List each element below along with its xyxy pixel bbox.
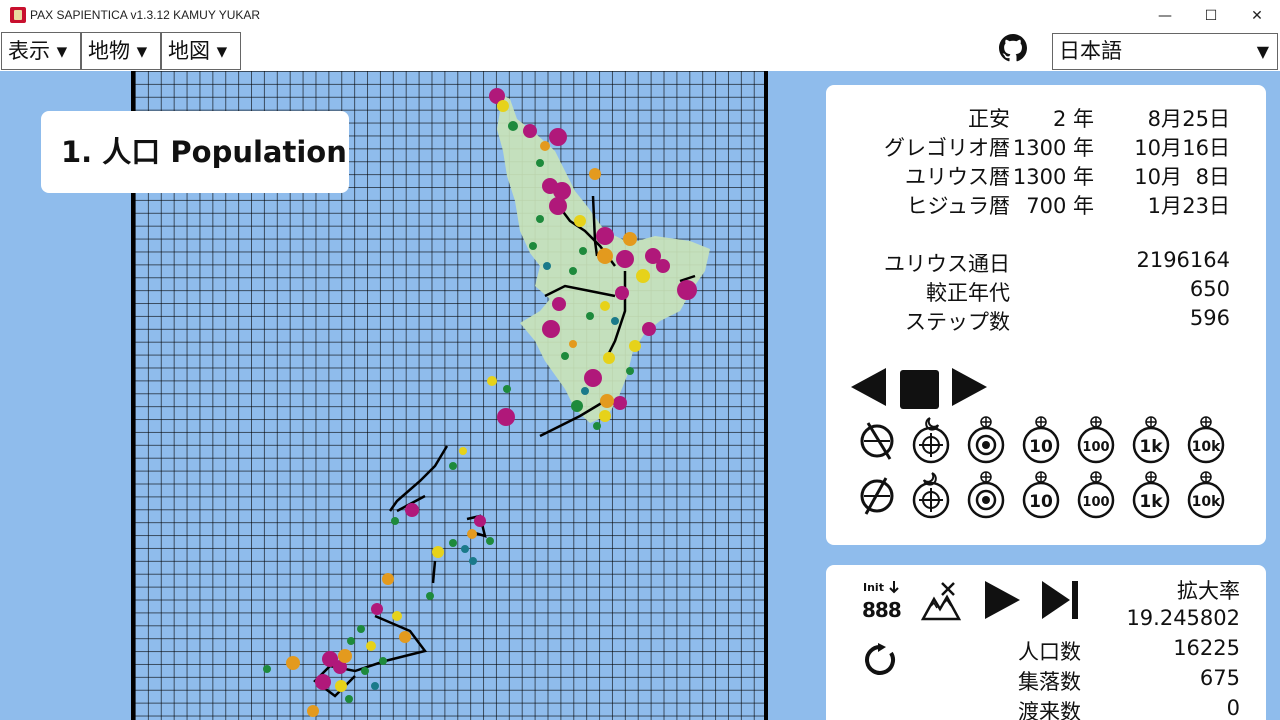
calendar-month: 8月 <box>1147 107 1182 131</box>
language-value: 日本語 <box>1059 39 1122 63</box>
speed-label: 10 <box>1029 437 1053 457</box>
reverse-target-icon[interactable] <box>965 470 1007 520</box>
init-icon[interactable]: Init 888 <box>862 579 902 621</box>
speed-10k-icon[interactable]: 10k <box>1185 415 1227 465</box>
zoom-label: 拡大率 <box>1177 579 1240 603</box>
counter-label: ステップ数 <box>905 310 1010 334</box>
speed-label: 100 <box>1082 440 1109 455</box>
stat-value: 675 <box>1199 666 1240 690</box>
speed-label: 10k <box>1192 494 1221 510</box>
reverse-10k-icon[interactable]: 10k <box>1185 470 1227 520</box>
calendar-year: 1300 年 <box>1012 136 1094 160</box>
stat-label: 人口数 <box>1018 640 1081 664</box>
calendar-year: 700 年 <box>1026 194 1094 218</box>
calendar-year: 2 年 <box>1052 107 1094 131</box>
speed-moon-icon[interactable] <box>910 415 952 465</box>
speed-label: 10 <box>1029 492 1053 512</box>
menu-features[interactable]: 地物 ▾ <box>81 32 161 70</box>
title-bar: PAX SAPIENTICA v1.3.12 KAMUY YUKAR — ☐ ✕ <box>0 0 1280 31</box>
reverse-1k-icon[interactable]: 1k <box>1130 470 1172 520</box>
speed-10-icon[interactable]: 10 <box>1020 415 1062 465</box>
calendar-day: 23日 <box>1182 194 1230 218</box>
counter-value: 650 <box>1189 277 1230 301</box>
counter-row: ステップ数 596 <box>826 306 1266 335</box>
reverse-10-icon[interactable]: 10 <box>1020 470 1062 520</box>
calendar-row: ヒジュラ暦 700 年 1月 23日 <box>826 190 1266 219</box>
menu-bar: 表示 ▾ 地物 ▾ 地図 ▾ 日本語 ▼ <box>0 31 1280 71</box>
calendar-label: ユリウス暦 <box>905 165 1010 189</box>
pause-time-icon[interactable] <box>856 415 898 465</box>
counter-row: ユリウス通日 2196164 <box>826 248 1266 277</box>
calendar-month: 10月 <box>1134 165 1182 189</box>
stat-label: 集落数 <box>1018 670 1081 694</box>
reverse-100-icon[interactable]: 100 <box>1075 470 1117 520</box>
speed-label: 1k <box>1139 437 1163 457</box>
reset-icon[interactable] <box>864 643 898 677</box>
init-label: Init <box>863 581 884 594</box>
speed-100-icon[interactable]: 100 <box>1075 415 1117 465</box>
status-panel: Init 888 拡大率 19.245802 人口数 16225 集落数 675… <box>826 565 1266 720</box>
counter-value: 2196164 <box>1136 248 1230 272</box>
minimize-button[interactable]: — <box>1142 0 1188 31</box>
calendar-row: ユリウス暦 1300 年 10月 8日 <box>826 161 1266 190</box>
menu-map[interactable]: 地図 ▾ <box>161 32 241 70</box>
reverse-pause-icon[interactable] <box>856 470 898 520</box>
calendar-label: 正安 <box>968 107 1010 131</box>
stat-value: 0 <box>1226 696 1240 720</box>
calendar-label: グレゴリオ暦 <box>884 136 1010 160</box>
calendar-month: 1月 <box>1147 194 1182 218</box>
calendar-month: 10月 <box>1134 136 1182 160</box>
calendar-year: 1300 年 <box>1012 165 1094 189</box>
speed-label: 10k <box>1192 439 1221 455</box>
calendar-row: 正安 2 年 8月 25日 <box>826 103 1266 132</box>
speed-target-icon[interactable] <box>965 415 1007 465</box>
window-title: PAX SAPIENTICA v1.3.12 KAMUY YUKAR <box>30 8 261 22</box>
counter-label: 較正年代 <box>926 281 1010 305</box>
calendar-label: ヒジュラ暦 <box>906 194 1010 218</box>
calendar-day: 16日 <box>1182 136 1230 160</box>
reverse-moon-icon[interactable] <box>910 470 952 520</box>
info-panel: 正安 2 年 8月 25日 グレゴリオ暦 1300 年 10月 16日 ユリウス… <box>826 85 1266 545</box>
zoom-value: 19.245802 <box>1126 606 1240 630</box>
chevron-down-icon: ▼ <box>1256 42 1269 61</box>
calendar-day: 8日 <box>1195 165 1230 189</box>
step-forward-button[interactable] <box>952 368 987 406</box>
speed-label: 1k <box>1139 492 1163 512</box>
step-back-button[interactable] <box>851 368 886 406</box>
counter-label: ユリウス通日 <box>884 252 1010 276</box>
maximize-button[interactable]: ☐ <box>1188 0 1234 31</box>
play-button[interactable] <box>985 581 1020 619</box>
stat-label: 渡来数 <box>1018 700 1081 720</box>
speed-1k-icon[interactable]: 1k <box>1130 415 1172 465</box>
speed-label: 100 <box>1082 495 1109 510</box>
close-button[interactable]: ✕ <box>1234 0 1280 31</box>
counter-row: 較正年代 650 <box>826 277 1266 306</box>
skip-forward-icon[interactable] <box>1040 581 1082 619</box>
github-icon[interactable] <box>999 34 1027 62</box>
init-digits: 888 <box>862 598 901 621</box>
terrain-icon[interactable] <box>920 581 962 623</box>
stop-button[interactable] <box>900 370 939 409</box>
calendar-row: グレゴリオ暦 1300 年 10月 16日 <box>826 132 1266 161</box>
language-select[interactable]: 日本語 ▼ <box>1052 33 1278 70</box>
app-icon <box>10 7 26 23</box>
menu-display[interactable]: 表示 ▾ <box>1 32 81 70</box>
counter-value: 596 <box>1189 306 1230 330</box>
layer-label: 1. 人口 Population <box>41 111 349 193</box>
calendar-day: 25日 <box>1182 107 1230 131</box>
stat-value: 16225 <box>1173 636 1240 660</box>
